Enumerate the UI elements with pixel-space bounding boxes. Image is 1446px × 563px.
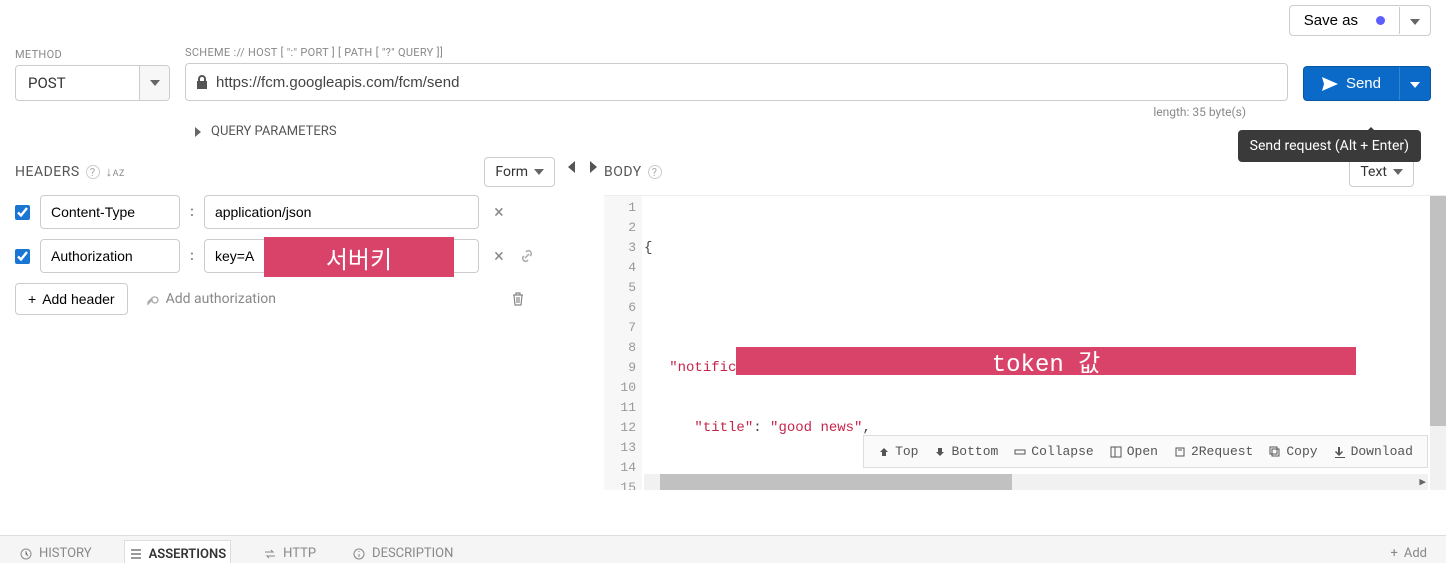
chevron-right-icon bbox=[195, 127, 201, 137]
redaction-overlay: 서버키 bbox=[264, 237, 454, 277]
method-label: METHOD bbox=[15, 48, 170, 61]
tab-history[interactable]: HISTORY bbox=[15, 540, 96, 563]
url-length-text: length: 35 byte(s) bbox=[0, 105, 1446, 119]
caret-down-icon bbox=[150, 80, 160, 86]
send-tooltip: Send request (Alt + Enter) bbox=[1238, 130, 1421, 162]
plus-icon: + bbox=[1390, 546, 1397, 561]
body-editor[interactable]: 123456789101112131415 { "notification": … bbox=[604, 195, 1446, 490]
bottom-tabs: HISTORY ASSERTIONS HTTP DESCRIPTION + Ad… bbox=[0, 535, 1446, 563]
caret-down-icon bbox=[1410, 19, 1420, 25]
toolbar-top-button[interactable]: Top bbox=[878, 444, 918, 459]
collapse-left-icon[interactable] bbox=[568, 161, 575, 173]
unlink-icon[interactable] bbox=[519, 248, 535, 264]
add-tab-button[interactable]: + Add bbox=[1386, 540, 1431, 563]
body-mode-label: Text bbox=[1360, 164, 1387, 180]
save-as-group[interactable]: Save as bbox=[1289, 5, 1431, 36]
send-label: Send bbox=[1346, 75, 1381, 92]
editor-toolbar: Top Bottom Collapse Open 2Request Copy D… bbox=[863, 435, 1428, 468]
toolbar-bottom-button[interactable]: Bottom bbox=[934, 444, 998, 459]
header-enable-checkbox[interactable] bbox=[15, 249, 30, 264]
query-parameters-label: QUERY PARAMETERS bbox=[211, 124, 337, 139]
header-value-input[interactable] bbox=[204, 195, 479, 229]
caret-down-icon bbox=[534, 169, 544, 175]
remove-header-button[interactable]: × bbox=[489, 202, 509, 223]
line-gutter: 123456789101112131415 bbox=[604, 196, 642, 490]
trash-icon[interactable] bbox=[511, 291, 525, 307]
url-input[interactable] bbox=[216, 74, 1277, 91]
headers-view-select[interactable]: Form bbox=[484, 157, 555, 187]
redaction-overlay: token 값 bbox=[736, 347, 1356, 375]
horizontal-scrollbar[interactable]: ▶ bbox=[644, 474, 1428, 490]
tab-description[interactable]: DESCRIPTION bbox=[348, 540, 457, 563]
add-authorization-button[interactable]: Add authorization bbox=[146, 291, 276, 307]
save-as-dropdown-button[interactable] bbox=[1399, 7, 1430, 34]
download-icon bbox=[1334, 446, 1346, 458]
send-dropdown-button[interactable] bbox=[1399, 67, 1430, 100]
expand-right-icon[interactable] bbox=[590, 161, 597, 173]
url-scheme-label: SCHEME :// HOST [ ":" PORT ] [ PATH [ "?… bbox=[185, 46, 1288, 59]
method-value: POST bbox=[16, 66, 139, 100]
list-icon bbox=[129, 547, 143, 561]
colon-separator: : bbox=[190, 204, 194, 220]
arrow-up-icon bbox=[878, 446, 890, 458]
key-icon bbox=[146, 292, 160, 306]
headers-view-label: Form bbox=[495, 164, 528, 180]
add-header-label: Add header bbox=[42, 291, 114, 307]
toolbar-collapse-button[interactable]: Collapse bbox=[1014, 444, 1093, 459]
header-enable-checkbox[interactable] bbox=[15, 205, 30, 220]
add-header-button[interactable]: + Add header bbox=[15, 283, 128, 315]
tab-assertions[interactable]: ASSERTIONS bbox=[124, 540, 232, 563]
body-title: BODY bbox=[604, 164, 642, 180]
arrow-down-icon bbox=[934, 446, 946, 458]
lock-icon bbox=[196, 75, 208, 89]
scroll-right-icon[interactable]: ▶ bbox=[1419, 475, 1426, 489]
tab-http[interactable]: HTTP bbox=[259, 540, 320, 563]
request-icon bbox=[1174, 446, 1186, 458]
header-key-input[interactable] bbox=[40, 239, 180, 273]
history-icon bbox=[19, 547, 33, 561]
save-as-label: Save as bbox=[1304, 12, 1358, 29]
toolbar-open-button[interactable]: Open bbox=[1110, 444, 1158, 459]
header-row: : × bbox=[15, 195, 555, 229]
add-authorization-label: Add authorization bbox=[166, 291, 276, 307]
collapse-icon bbox=[1014, 446, 1026, 458]
body-help-icon[interactable]: ? bbox=[648, 165, 662, 179]
method-caret-button[interactable] bbox=[139, 66, 169, 100]
toolbar-download-button[interactable]: Download bbox=[1334, 444, 1413, 459]
headers-help-icon[interactable]: ? bbox=[86, 165, 100, 179]
remove-header-button[interactable]: × bbox=[489, 246, 509, 267]
open-icon bbox=[1110, 446, 1122, 458]
header-key-input[interactable] bbox=[40, 195, 180, 229]
caret-down-icon bbox=[1410, 82, 1420, 88]
paper-plane-icon bbox=[1322, 77, 1338, 91]
send-button-group[interactable]: Send bbox=[1303, 66, 1431, 101]
sort-icon[interactable]: ↓AZ bbox=[106, 164, 125, 180]
save-as-button[interactable]: Save as bbox=[1290, 6, 1399, 35]
header-row: : 서버키 × bbox=[15, 239, 555, 273]
copy-icon bbox=[1269, 446, 1281, 458]
scrollbar-thumb[interactable] bbox=[660, 474, 1013, 490]
toolbar-2request-button[interactable]: 2Request bbox=[1174, 444, 1253, 459]
colon-separator: : bbox=[190, 248, 194, 264]
arrows-icon bbox=[263, 547, 277, 561]
send-button[interactable]: Send bbox=[1304, 67, 1399, 100]
plus-icon: + bbox=[28, 291, 36, 307]
unsaved-indicator-icon bbox=[1376, 16, 1385, 25]
toolbar-copy-button[interactable]: Copy bbox=[1269, 444, 1317, 459]
caret-down-icon bbox=[1393, 169, 1403, 175]
query-parameters-toggle[interactable]: QUERY PARAMETERS bbox=[0, 119, 1446, 149]
vertical-scrollbar[interactable] bbox=[1430, 196, 1446, 490]
scrollbar-thumb[interactable] bbox=[1430, 196, 1446, 426]
info-icon bbox=[352, 547, 366, 561]
url-input-wrapper[interactable] bbox=[185, 63, 1288, 101]
headers-title: HEADERS bbox=[15, 164, 80, 180]
method-select[interactable]: POST bbox=[15, 65, 170, 101]
